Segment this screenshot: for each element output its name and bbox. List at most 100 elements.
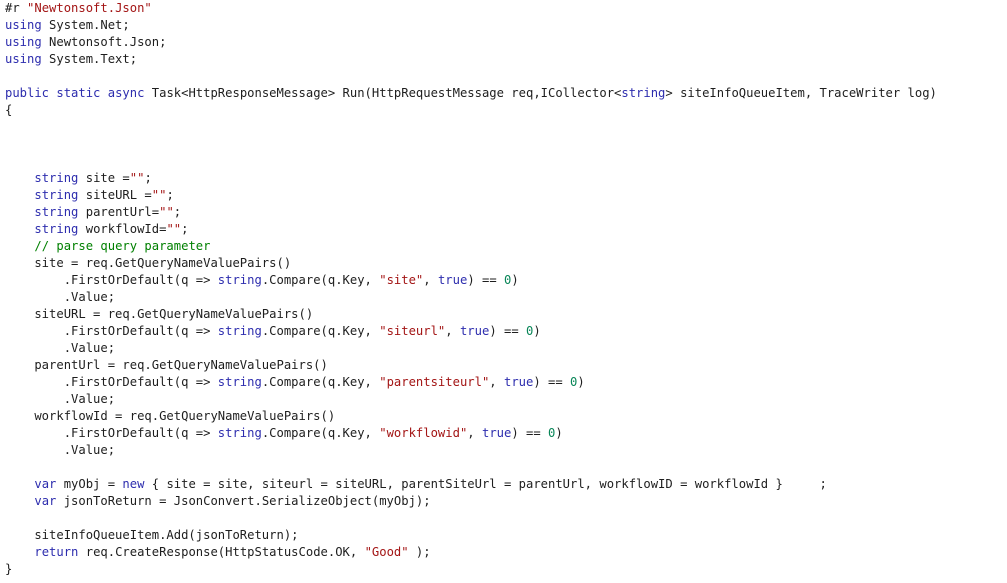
code-text: .Value; (5, 392, 116, 406)
code-text: .FirstOrDefault(q => (5, 426, 218, 440)
keyword-token: true (481, 426, 512, 440)
code-text: myObj = (56, 477, 123, 491)
code-line: string site =""; (5, 170, 937, 187)
code-line: .FirstOrDefault(q => string.Compare(q.Ke… (5, 425, 937, 442)
code-text: .Value; (5, 290, 116, 304)
code-text: ); (408, 545, 431, 559)
code-text: .FirstOrDefault(q => (5, 375, 218, 389)
keyword-token: string (217, 324, 262, 338)
code-text: ; (166, 188, 174, 202)
preprocessor-directive: #r (5, 1, 28, 15)
code-line: public static async Task<HttpResponseMes… (5, 85, 937, 102)
code-text: .Value; (5, 341, 116, 355)
code-text: .FirstOrDefault(q => (5, 273, 218, 287)
code-text: .Value; (5, 443, 116, 457)
string-literal: "Good" (364, 545, 409, 559)
code-text: , (467, 426, 482, 440)
code-text: parentUrl = req.GetQueryNameValuePairs() (5, 358, 328, 372)
code-line: using System.Net; (5, 17, 937, 34)
keyword-token: using (5, 18, 42, 32)
code-line: using Newtonsoft.Json; (5, 34, 937, 51)
keyword-token: true (459, 324, 490, 338)
code-text: System.Text; (41, 52, 138, 66)
code-line: // parse query parameter (5, 238, 937, 255)
code-line: var jsonToReturn = JsonConvert.Serialize… (5, 493, 937, 510)
code-text: .Compare(q.Key, (261, 426, 380, 440)
code-text: ; (181, 222, 189, 236)
code-line: using System.Text; (5, 51, 937, 68)
code-text: , (489, 375, 504, 389)
code-line: #r "Newtonsoft.Json" (5, 0, 937, 17)
code-text: ; (144, 171, 152, 185)
code-text: workflowId= (78, 222, 167, 236)
code-text: Newtonsoft.Json; (41, 35, 167, 49)
code-text: System.Net; (41, 18, 130, 32)
code-text: workflowId = req.GetQueryNameValuePairs(… (5, 409, 336, 423)
string-literal: "" (159, 205, 174, 219)
code-text: , (423, 273, 438, 287)
code-text: site = req.GetQueryNameValuePairs() (5, 256, 292, 270)
code-line: .Value; (5, 442, 937, 459)
code-line: siteURL = req.GetQueryNameValuePairs() (5, 306, 937, 323)
string-literal: "" (166, 222, 182, 236)
code-line: string siteURL =""; (5, 187, 937, 204)
code-text: { site = site, siteurl = siteURL, parent… (144, 477, 827, 491)
keyword-token: public (5, 86, 50, 100)
keyword-token: static (56, 86, 101, 100)
keyword-token: async (107, 86, 145, 100)
code-text: jsonToReturn = JsonConvert.SerializeObje… (56, 494, 431, 508)
keyword-token: string (34, 205, 79, 219)
code-text: { (5, 103, 13, 117)
code-line: .Value; (5, 391, 937, 408)
code-text: .Compare(q.Key, (261, 324, 380, 338)
code-text: siteURL = (78, 188, 152, 202)
keyword-token: true (437, 273, 468, 287)
code-text: parentUrl= (78, 205, 160, 219)
code-text: .Compare(q.Key, (261, 273, 380, 287)
code-text: ) (533, 324, 541, 338)
keyword-token: string (217, 375, 262, 389)
code-text: ) == (489, 324, 527, 338)
code-line: .Value; (5, 289, 937, 306)
code-text: ) (555, 426, 563, 440)
string-literal: "Newtonsoft.Json" (27, 1, 152, 15)
string-literal: "siteurl" (379, 324, 446, 338)
code-line: string workflowId=""; (5, 221, 937, 238)
keyword-token: string (621, 86, 666, 100)
code-line: .FirstOrDefault(q => string.Compare(q.Ke… (5, 374, 937, 391)
keyword-token: var (34, 494, 57, 508)
code-editor[interactable]: #r "Newtonsoft.Json" using System.Net; usi… (5, 0, 937, 578)
string-literal: "workflowid" (379, 426, 468, 440)
keyword-token: string (34, 222, 79, 236)
code-text: req.CreateResponse(HttpStatusCode.OK, (78, 545, 365, 559)
keyword-token: true (503, 375, 534, 389)
keyword-token: using (5, 52, 42, 66)
code-line: .FirstOrDefault(q => string.Compare(q.Ke… (5, 323, 937, 340)
keyword-token: string (34, 171, 79, 185)
code-text: ) == (467, 273, 504, 287)
keyword-token: string (217, 273, 262, 287)
code-line: { (5, 102, 937, 119)
code-text: ) (577, 375, 585, 389)
keyword-token: using (5, 35, 42, 49)
keyword-token: string (217, 426, 262, 440)
code-line: string parentUrl=""; (5, 204, 937, 221)
code-text: > siteInfoQueueItem, TraceWriter log) (665, 86, 937, 100)
code-text: ) (511, 273, 519, 287)
code-line: .Value; (5, 340, 937, 357)
code-text: Task<HttpResponseMessage> Run(HttpReques… (144, 86, 622, 100)
code-line: return req.CreateResponse(HttpStatusCode… (5, 544, 937, 561)
code-line: var myObj = new { site = site, siteurl =… (5, 476, 937, 493)
string-literal: "" (129, 171, 145, 185)
